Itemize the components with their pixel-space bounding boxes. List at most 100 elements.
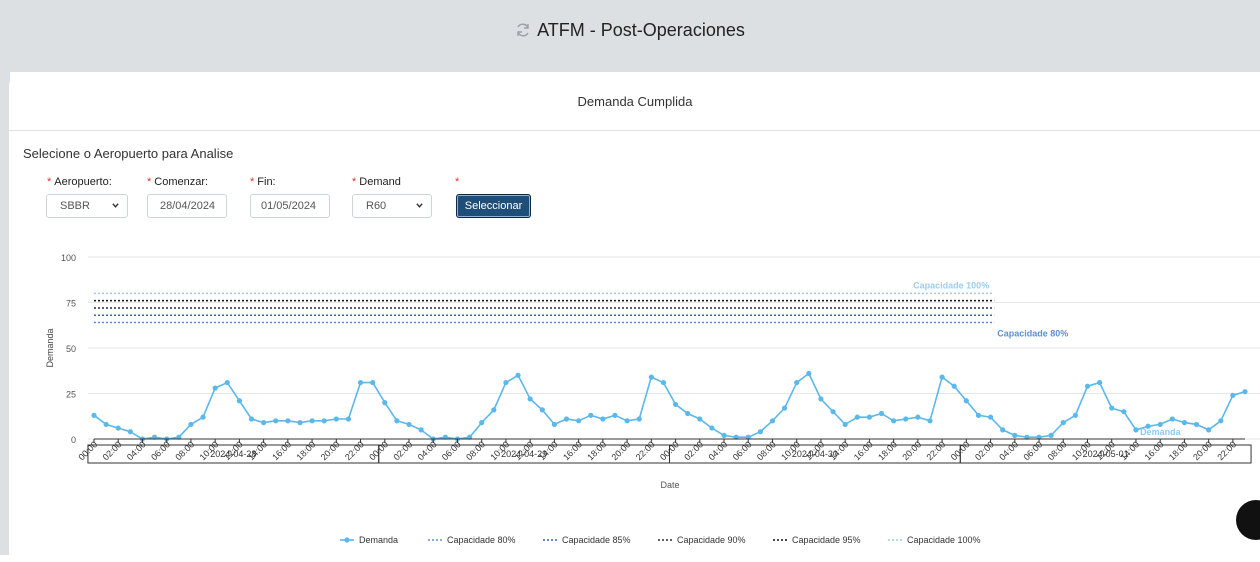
x-tick-label: 20:00	[610, 439, 633, 462]
demand-point	[224, 379, 230, 386]
x-tick-label: 04:00	[125, 439, 148, 462]
x-tick-label: 18:00	[876, 439, 899, 462]
legend-label: Demanda	[359, 535, 398, 545]
x-tick-label: 22:00	[925, 439, 948, 462]
demand-point	[479, 420, 485, 426]
demand-point	[903, 416, 909, 422]
x-tick-label: 04:00	[706, 439, 729, 462]
demand-point	[1169, 416, 1175, 422]
legend-label: Capacidade 95%	[792, 535, 861, 545]
demand-point	[1218, 418, 1224, 424]
demand-point	[503, 379, 509, 386]
legend-symbol-point	[344, 537, 350, 543]
demand-point	[1206, 427, 1212, 433]
x-tick-label: 16:00	[852, 439, 875, 462]
demand-point	[1084, 383, 1091, 389]
demand-point	[345, 416, 352, 422]
x-tick-label: 04:00	[416, 439, 439, 462]
demand-point	[370, 379, 376, 386]
demand-point	[127, 429, 133, 435]
y-tick-label: 75	[66, 299, 76, 309]
demand-point	[1012, 432, 1018, 438]
demand-point	[782, 405, 788, 411]
demand-point	[951, 383, 957, 389]
demand-point	[878, 410, 885, 417]
demand-point	[91, 412, 97, 418]
demand-point	[1242, 389, 1248, 395]
y-axis-label: Demanda	[45, 328, 55, 367]
demand-point	[1109, 405, 1115, 411]
legend-label: Capacidade 90%	[677, 535, 746, 545]
y-tick-label: 25	[66, 390, 76, 400]
x-tick-label: 06:00	[440, 439, 463, 462]
demand-point	[830, 409, 836, 415]
demand-point	[1000, 427, 1006, 433]
demand-point	[576, 418, 582, 424]
x-tick-label: 06:00	[149, 439, 172, 462]
demand-point	[672, 401, 679, 408]
annotation-capacity-80: Capacidade 80%	[997, 329, 1068, 339]
demand-point	[600, 416, 606, 422]
demand-point	[551, 421, 558, 428]
demand-point	[1133, 427, 1139, 433]
demand-point	[1181, 420, 1188, 426]
demand-point	[866, 414, 873, 420]
demand-point	[285, 418, 291, 424]
demand-chart: 0 25 50 75 100 Demanda Capacidade 100% Capacida…	[45, 253, 1260, 545]
x-tick-label: 06:00	[1021, 439, 1044, 462]
x-tick-label: 08:00	[1046, 439, 1069, 462]
demand-point	[709, 425, 715, 431]
legend-label: Capacidade 85%	[562, 535, 631, 545]
demand-point	[588, 412, 594, 418]
x-axis-label: Date	[660, 480, 679, 490]
demand-point	[309, 418, 315, 424]
x-tick-label: 18:00	[585, 439, 608, 462]
y-tick-label: 100	[61, 253, 76, 263]
legend-label: Capacidade 80%	[447, 535, 516, 545]
demand-point	[261, 420, 267, 426]
legend-label: Capacidade 100%	[907, 535, 981, 545]
x-tick-label: 18:00	[294, 439, 317, 462]
x-tick-label: 22:00	[634, 439, 657, 462]
x-tick-label: 02:00	[973, 439, 996, 462]
demand-point	[563, 416, 570, 422]
demand-point	[1048, 432, 1054, 438]
demand-point	[648, 374, 654, 380]
x-tick-label: 08:00	[173, 439, 196, 462]
demand-point	[248, 416, 255, 422]
day-label: 2024-04-28	[210, 449, 256, 459]
demand-point	[418, 427, 424, 433]
x-tick-label: 04:00	[997, 439, 1020, 462]
day-label: 2024-04-30	[792, 449, 838, 459]
demand-point	[915, 414, 921, 420]
demand-point	[333, 416, 339, 422]
x-tick-label: 22:00	[343, 439, 366, 462]
annotation-demand: Demanda	[1140, 427, 1182, 437]
demand-point	[624, 418, 630, 424]
x-tick-label: 20:00	[1191, 439, 1214, 462]
demand-point	[188, 421, 194, 428]
x-tick-label: 08:00	[755, 439, 778, 462]
demand-point	[806, 370, 812, 377]
demand-point	[794, 379, 800, 386]
x-tick-label: 02:00	[391, 439, 414, 462]
demand-point	[115, 425, 121, 431]
demand-point	[842, 421, 848, 428]
demand-point	[987, 414, 994, 420]
day-label: 2024-04-29	[501, 449, 547, 459]
demand-point	[757, 429, 763, 435]
demand-point	[685, 410, 691, 417]
demand-point	[697, 416, 703, 422]
demand-point	[891, 418, 897, 424]
demand-point	[382, 400, 388, 406]
x-tick-label: 08:00	[464, 439, 487, 462]
demand-point	[612, 412, 618, 418]
x-tick-label: 20:00	[900, 439, 923, 462]
demand-point	[200, 414, 206, 420]
demand-point	[975, 412, 982, 418]
demand-point	[1193, 421, 1200, 428]
demand-point	[357, 379, 364, 386]
demand-point	[539, 407, 545, 413]
demand-point	[636, 416, 642, 422]
demand-point	[1230, 392, 1236, 398]
